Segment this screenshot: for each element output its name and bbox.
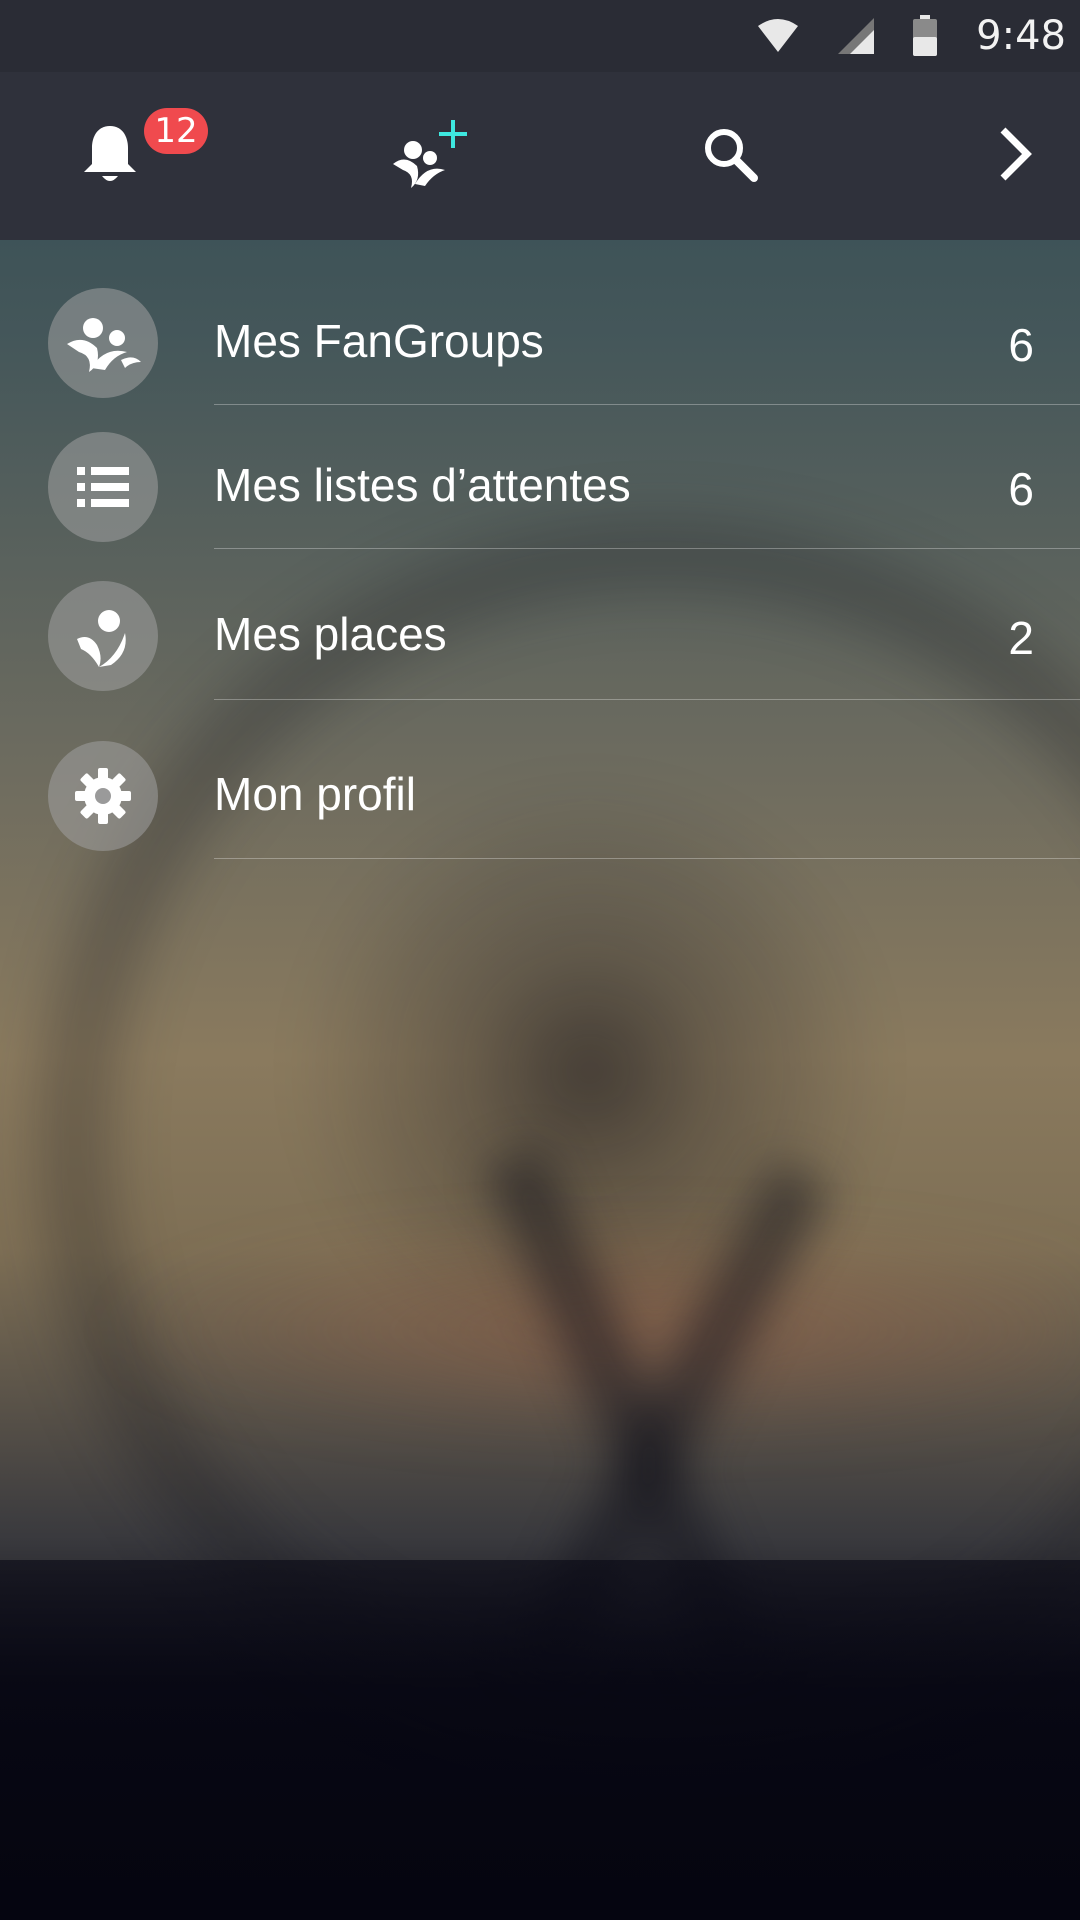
menu-divider: [214, 404, 1080, 405]
menu-divider: [214, 858, 1080, 859]
search-icon: [700, 124, 760, 188]
menu-item-profile[interactable]: Mon profil: [0, 741, 1080, 893]
app-screen: 9:48 12 Mes FanGroups 6 Mes listes d’att…: [0, 0, 1080, 1920]
battery-icon: [912, 15, 938, 57]
forward-button[interactable]: [960, 72, 1070, 240]
menu-label: Mon profil: [214, 768, 416, 820]
person-place-icon: [48, 581, 158, 691]
blurred-ferris-wheel-background: [0, 0, 1080, 1920]
app-bar: 12: [0, 72, 1080, 240]
menu-label: Mes listes d’attentes: [214, 459, 631, 511]
menu-count: 6: [1008, 319, 1034, 371]
clock: 9:48: [976, 13, 1066, 59]
bell-icon: [80, 122, 140, 190]
wifi-icon: [756, 18, 800, 54]
menu-count: 6: [1008, 463, 1034, 515]
add-fangroup-button[interactable]: [360, 72, 490, 240]
search-button[interactable]: [660, 72, 800, 240]
fangroup-add-icon: [375, 114, 475, 198]
menu-divider: [214, 548, 1080, 549]
menu-count: 2: [1008, 612, 1034, 664]
list-icon: [48, 432, 158, 542]
menu-label: Mes places: [214, 608, 447, 660]
notifications-button[interactable]: 12: [40, 72, 208, 240]
gear-icon: [48, 741, 158, 851]
notification-badge: 12: [144, 108, 208, 154]
chevron-right-icon: [995, 124, 1035, 188]
menu-item-places[interactable]: Mes places 2: [0, 581, 1080, 733]
fangroups-icon: [48, 288, 158, 398]
menu-divider: [214, 699, 1080, 700]
status-bar: 9:48: [0, 0, 1080, 72]
menu-label: Mes FanGroups: [214, 315, 544, 367]
menu-item-fangroups[interactable]: Mes FanGroups 6: [0, 288, 1080, 440]
cell-signal-icon: [836, 16, 876, 56]
menu-item-waiting-lists[interactable]: Mes listes d’attentes 6: [0, 432, 1080, 584]
